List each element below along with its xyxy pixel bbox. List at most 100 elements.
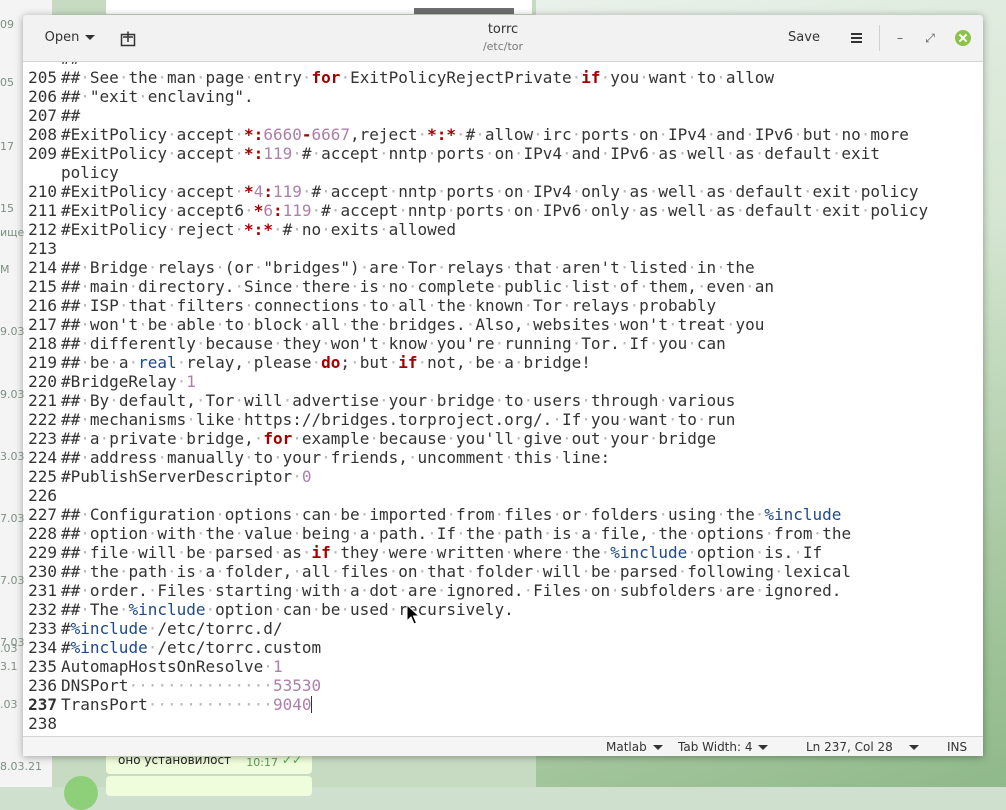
code-line[interactable]: 231 ##·order.·Files·starting·with·a·dot·a… <box>23 581 841 600</box>
code-line[interactable]: 224 ##·address·manually·to·your·friends,·… <box>23 448 610 467</box>
tab-width-label: Tab Width: 4 <box>678 740 753 754</box>
line-number: 226 <box>28 486 57 505</box>
code-line[interactable]: 238 <box>23 714 61 733</box>
code-text: ##·be·a·real·relay,·please·do;·but·if·no… <box>61 353 591 372</box>
window-title: torrc <box>487 22 519 37</box>
line-number: 210 <box>28 182 57 201</box>
line-number: 211 <box>28 201 57 220</box>
code-line[interactable]: 226 <box>23 486 61 505</box>
code-line[interactable]: 207 ## <box>23 106 80 125</box>
code-line[interactable]: 234 #%include·/etc/torrc.custom <box>23 638 321 657</box>
line-number: 237 <box>28 695 57 714</box>
cursor-position[interactable]: Ln 237, Col 28 <box>806 740 893 754</box>
menu-button[interactable] <box>841 24 871 52</box>
text-editor-window: Open torrc /etc/tor Save – ⤢ ## ····· · … <box>23 15 983 756</box>
line-number: 208 <box>28 125 57 144</box>
code-line[interactable]: 213 <box>23 239 61 258</box>
code-text: #%include·/etc/torrc.d/ <box>61 619 283 638</box>
line-number: 225 <box>28 467 57 486</box>
chevron-down-icon <box>909 745 919 750</box>
code-line[interactable]: 232 ##·The·%include·option·can·be·used·re… <box>23 600 514 619</box>
line-number: 215 <box>28 277 57 296</box>
background-chat-date: 17 <box>0 140 14 153</box>
chevron-down-icon <box>652 745 663 750</box>
language-selector[interactable]: Matlab <box>606 740 663 754</box>
line-number: 233 <box>28 619 57 638</box>
code-text: ##·address·manually·to·your·friends,·unc… <box>61 448 611 467</box>
minimize-icon[interactable]: – <box>891 29 909 47</box>
code-text: DNSPort···············53530 <box>61 676 322 695</box>
code-line[interactable]: 223 ##·a·private·bridge,·for·example·beca… <box>23 429 716 448</box>
maximize-icon[interactable]: ⤢ <box>921 29 939 47</box>
code-text: policy <box>61 163 119 182</box>
chevron-down-icon <box>85 35 96 40</box>
line-number: 229 <box>28 543 57 562</box>
code-text: ##·order.·Files·starting·with·a·dot·are·… <box>61 581 842 600</box>
close-icon[interactable] <box>955 30 971 46</box>
code-line[interactable]: 219 ##·be·a·real·relay,·please·do;·but·if… <box>23 353 591 372</box>
code-line[interactable]: 214 ##·Bridge·relays·(or·"bridges")·are·T… <box>23 258 755 277</box>
code-text: ##·By·default,·Tor·will·advertise·your·b… <box>61 391 736 410</box>
code-text: #ExitPolicy·accept·*:119·#·accept·nntp·p… <box>61 144 880 163</box>
mouse-pointer-icon <box>406 604 420 625</box>
language-label: Matlab <box>606 740 647 754</box>
code-line[interactable]: 206 ##·"exit·enclaving". <box>23 87 254 106</box>
code-line[interactable]: 210 #ExitPolicy·accept·*4:119·#·accept·nn… <box>23 182 919 201</box>
code-text: ## <box>61 106 81 125</box>
code-text: ##·ISP·that·filters·connections·to·all·t… <box>61 296 717 315</box>
code-text: ##·mechanisms·like·https://bridges.torpr… <box>61 410 736 429</box>
open-button[interactable]: Open <box>37 24 103 52</box>
code-line[interactable]: 228 ##·option·with·the·value·being·a·path… <box>23 524 851 543</box>
code-line[interactable]: 205 ##·See·the·man·page·entry·for·ExitPol… <box>23 68 774 87</box>
save-button[interactable]: Save <box>779 24 829 52</box>
header-separator <box>879 25 880 51</box>
background-chat-date: 09 <box>0 18 14 31</box>
code-text: #ExitPolicy·accept·*:6660-6667,reject·*:… <box>61 125 909 144</box>
code-line[interactable]: 209 #ExitPolicy·accept·*:119·#·accept·nnt… <box>23 144 880 163</box>
code-line[interactable]: 227 ##·Configuration·options·can·be·impor… <box>23 505 841 524</box>
code-line[interactable]: 222 ##·mechanisms·like·https://bridges.to… <box>23 410 735 429</box>
code-line[interactable]: 208 #ExitPolicy·accept·*:6660-6667,reject… <box>23 125 909 144</box>
code-line[interactable]: 230 ##·the·path·is·a·folder,·all·files·on… <box>23 562 851 581</box>
code-line[interactable]: 215 ##·main·directory.·Since·there·is·no·… <box>23 277 774 296</box>
insert-mode-indicator: INS <box>947 740 968 754</box>
code-line[interactable]: 229 ##·file·will·be·parsed·as·if·they·wer… <box>23 543 822 562</box>
line-number: 217 <box>28 315 57 334</box>
code-line[interactable]: 225 #PublishServerDescriptor·0 <box>23 467 311 486</box>
line-number: 220 <box>28 372 57 391</box>
code-line[interactable]: 217 ##·won't·be·able·to·block·all·the·bri… <box>23 315 764 334</box>
background-chat-date: 8.03.21 <box>0 760 42 773</box>
code-line[interactable]: 218 ##·differently·because·they·won't·kno… <box>23 334 726 353</box>
code-line[interactable]: 220 #BridgeRelay·1 <box>23 372 196 391</box>
code-line[interactable]: 235 AutomapHostsOnResolve·1 <box>23 657 283 676</box>
background-chat-message <box>106 776 312 796</box>
code-text: ##·main·directory.·Since·there·is·no·com… <box>61 277 774 296</box>
code-text: AutomapHostsOnResolve·1 <box>61 657 283 676</box>
code-line[interactable]: 221 ##·By·default,·Tor·will·advertise·you… <box>23 391 735 410</box>
code-line[interactable]: 237 TransPort·············9040 <box>23 695 313 714</box>
tab-width-selector[interactable]: Tab Width: 4 <box>678 740 769 754</box>
code-text: ##·the·path·is·a·folder,·all·files·on·th… <box>61 562 852 581</box>
line-number: 223 <box>28 429 57 448</box>
new-tab-button[interactable] <box>113 24 143 52</box>
code-line[interactable]: 236 DNSPort···············53530 <box>23 676 321 695</box>
code-line[interactable]: 233 #%include·/etc/torrc.d/ <box>23 619 283 638</box>
line-number: 236 <box>28 676 57 695</box>
code-text: #ExitPolicy·accept·*4:119·#·accept·nntp·… <box>61 182 919 201</box>
text-editor-area[interactable]: ## ····· · · · ······ · · · · · · · ····… <box>23 62 983 736</box>
header-bar: Open torrc /etc/tor Save – ⤢ <box>23 15 983 62</box>
open-button-label: Open <box>44 30 80 45</box>
avatar <box>64 776 98 810</box>
chevron-down-icon <box>758 745 769 750</box>
line-number: 224 <box>28 448 57 467</box>
code-line[interactable]: 216 ##·ISP·that·filters·connections·to·al… <box>23 296 716 315</box>
line-number: 234 <box>28 638 57 657</box>
code-line[interactable]: policy <box>23 163 119 182</box>
hamburger-icon <box>851 33 862 35</box>
code-line[interactable]: 211 #ExitPolicy·accept6·*6:119·#·accept·n… <box>23 201 928 220</box>
line-number: 228 <box>28 524 57 543</box>
position-menu[interactable] <box>909 740 919 754</box>
code-text: ##·differently·because·they·won't·know·y… <box>61 334 726 353</box>
line-number: 216 <box>28 296 57 315</box>
code-line[interactable]: 212 #ExitPolicy·reject·*:*·#·no·exits·all… <box>23 220 456 239</box>
